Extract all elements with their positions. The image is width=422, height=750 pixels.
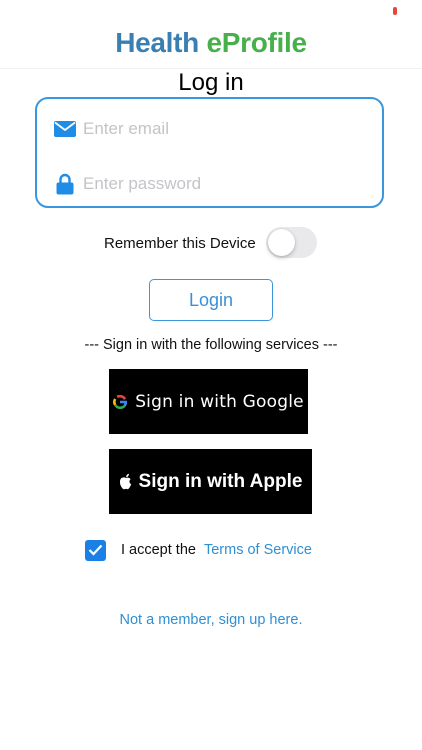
services-divider-text: --- Sign in with the following services … xyxy=(84,337,338,353)
email-row xyxy=(37,112,382,146)
apple-icon xyxy=(119,473,133,490)
google-g-icon xyxy=(113,394,128,409)
checkmark-icon xyxy=(88,544,103,556)
remember-device-label: Remember this Device xyxy=(104,234,256,252)
sign-in-apple-button[interactable]: Sign in with Apple xyxy=(109,449,312,514)
terms-row: I accept the Terms of Service xyxy=(85,539,312,561)
sign-up-link[interactable]: Not a member, sign up here. xyxy=(0,612,422,628)
google-button-label: Sign in with Google xyxy=(135,391,304,412)
password-field[interactable] xyxy=(83,174,353,194)
apple-button-label: Sign in with Apple xyxy=(138,470,303,492)
logo-text-eprofile: eProfile xyxy=(206,27,307,58)
page-title: Log in xyxy=(178,69,244,96)
credentials-box xyxy=(35,97,384,208)
remember-device-row: Remember this Device xyxy=(104,227,317,258)
app-logo: Health eProfile xyxy=(0,26,422,60)
status-indicator xyxy=(393,7,397,15)
login-screen: Health eProfile Log in Rem xyxy=(0,0,422,750)
app-header: Health eProfile xyxy=(0,18,422,69)
logo-text-health: Health xyxy=(115,27,199,58)
remember-device-toggle[interactable] xyxy=(266,227,317,258)
terms-checkbox[interactable] xyxy=(85,539,106,561)
envelope-icon xyxy=(53,121,77,137)
email-field[interactable] xyxy=(83,119,353,139)
terms-of-service-link[interactable]: Terms of Service xyxy=(204,542,312,558)
lock-icon xyxy=(53,173,77,195)
sign-in-google-button[interactable]: Sign in with Google xyxy=(109,369,308,434)
terms-label: I accept the xyxy=(121,542,196,558)
password-row xyxy=(37,167,382,201)
login-button[interactable]: Login xyxy=(149,279,273,321)
toggle-knob xyxy=(268,229,295,256)
